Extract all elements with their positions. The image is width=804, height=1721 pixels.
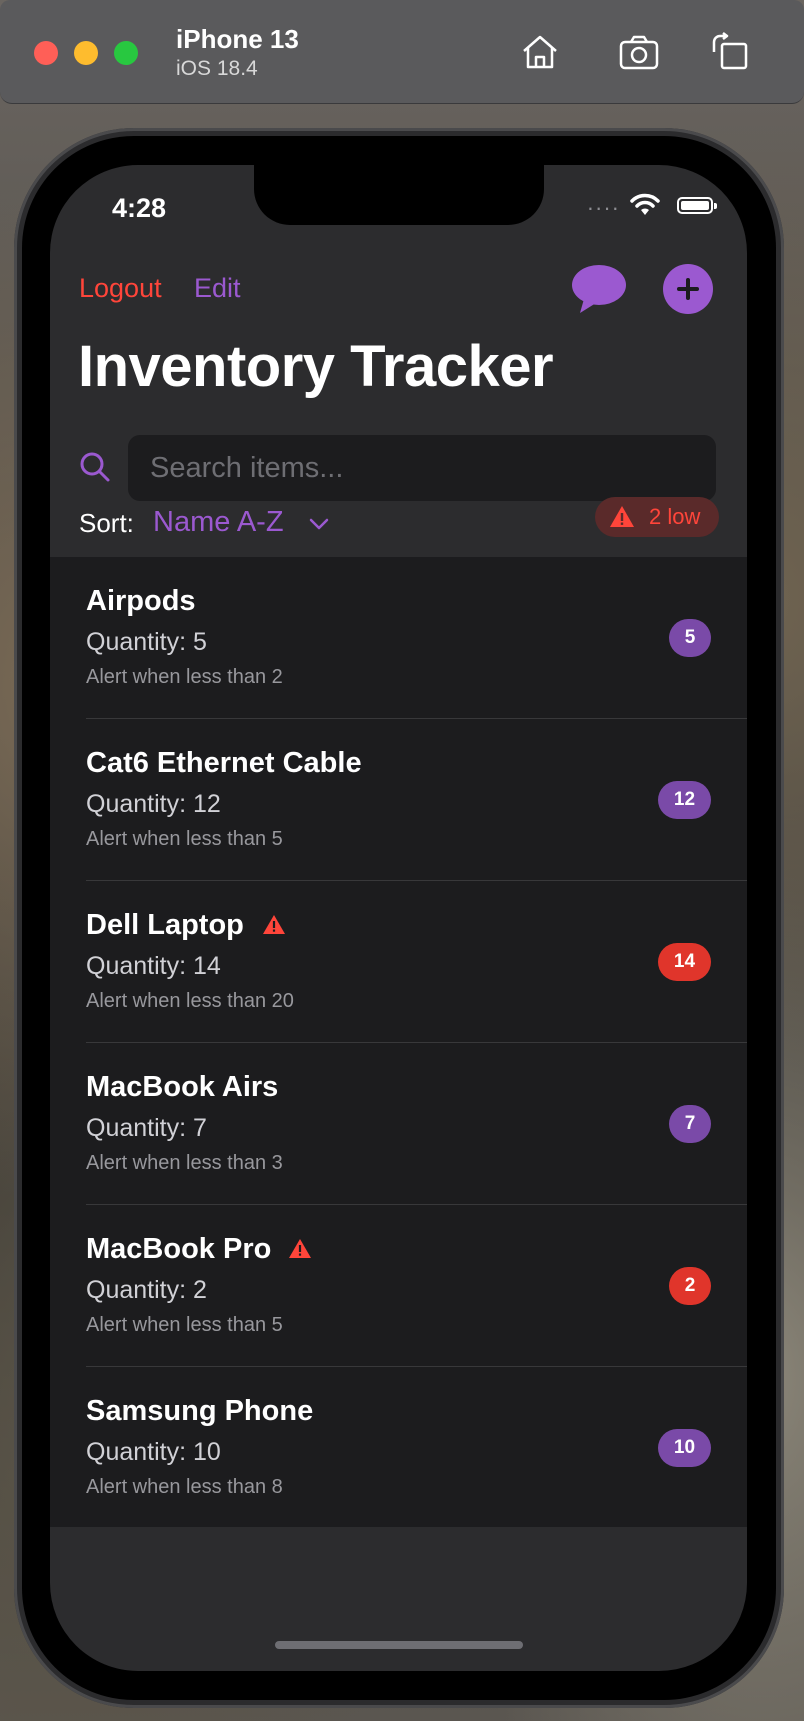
home-indicator[interactable] (275, 1641, 523, 1649)
item-alert-threshold: Alert when less than 20 (86, 990, 294, 1012)
item-alert-threshold: Alert when less than 5 (86, 828, 283, 850)
quantity-badge: 12 (658, 781, 711, 819)
minimize-window-button[interactable] (74, 41, 98, 65)
list-item[interactable]: MacBook Pro Quantity: 2 Alert when less … (50, 1205, 747, 1367)
wifi-icon (630, 193, 660, 215)
chat-bubble-icon[interactable] (570, 263, 628, 315)
item-quantity: Quantity: 14 (86, 952, 221, 980)
battery-icon (677, 197, 717, 214)
item-name: Airpods (86, 585, 196, 617)
logout-button[interactable]: Logout (79, 273, 162, 304)
item-quantity: Quantity: 2 (86, 1276, 207, 1304)
list-item[interactable]: MacBook Airs Quantity: 7 Alert when less… (50, 1043, 747, 1205)
item-name: Cat6 Ethernet Cable (86, 747, 362, 779)
list-item[interactable]: Dell Laptop Quantity: 14 Alert when less… (50, 881, 747, 1043)
search-input[interactable]: Search items... (128, 435, 716, 501)
item-alert-threshold: Alert when less than 3 (86, 1152, 283, 1174)
quantity-badge: 2 (669, 1267, 711, 1305)
list-item[interactable]: Airpods Quantity: 5 Alert when less than… (50, 557, 747, 719)
page-title: Inventory Tracker (78, 334, 554, 399)
add-item-button[interactable] (663, 264, 713, 314)
close-window-button[interactable] (34, 41, 58, 65)
item-quantity: Quantity: 7 (86, 1114, 207, 1142)
cellular-signal-icon: ···· (586, 195, 620, 220)
item-name: Samsung Phone (86, 1395, 314, 1427)
item-alert-threshold: Alert when less than 2 (86, 666, 283, 688)
zoom-window-button[interactable] (114, 41, 138, 65)
item-quantity: Quantity: 10 (86, 1438, 221, 1466)
list-item[interactable]: Samsung Phone Quantity: 10 Alert when le… (50, 1367, 747, 1529)
search-icon (80, 452, 110, 482)
low-stock-warning-icon (289, 1239, 311, 1258)
screenshot-icon[interactable] (617, 30, 661, 74)
app-screen: 4:28 ···· Logout Edit Inventory Tracker … (50, 165, 747, 1671)
quantity-badge: 10 (658, 1429, 711, 1467)
chevron-down-icon[interactable] (308, 517, 330, 531)
rotate-icon[interactable] (708, 30, 752, 74)
item-name: Dell Laptop (86, 909, 244, 941)
quantity-badge: 7 (669, 1105, 711, 1143)
item-quantity: Quantity: 12 (86, 790, 221, 818)
simulator-os-version: iOS 18.4 (176, 57, 258, 80)
item-name: MacBook Pro (86, 1233, 272, 1265)
inventory-list: Airpods Quantity: 5 Alert when less than… (50, 557, 747, 1527)
item-name: MacBook Airs (86, 1071, 279, 1103)
sort-label: Sort: (79, 508, 134, 538)
low-stock-warning-icon (263, 915, 285, 934)
status-time: 4:28 (112, 193, 167, 223)
simulator-title-bar: iPhone 13 iOS 18.4 (0, 0, 804, 104)
home-icon[interactable] (518, 30, 562, 74)
sort-dropdown[interactable]: Name A-Z (153, 506, 284, 539)
list-item[interactable]: Cat6 Ethernet Cable Quantity: 12 Alert w… (50, 719, 747, 881)
quantity-badge: 5 (669, 619, 711, 657)
quantity-badge: 14 (658, 943, 711, 981)
item-quantity: Quantity: 5 (86, 628, 207, 656)
item-alert-threshold: Alert when less than 5 (86, 1314, 283, 1336)
notch (254, 165, 544, 225)
low-stock-count: 2 low (649, 504, 701, 529)
item-alert-threshold: Alert when less than 8 (86, 1476, 283, 1498)
edit-button[interactable]: Edit (194, 273, 241, 304)
low-stock-filter-badge[interactable]: 2 low (595, 497, 719, 537)
simulator-device-name: iPhone 13 (176, 24, 299, 54)
warning-icon (610, 506, 634, 527)
